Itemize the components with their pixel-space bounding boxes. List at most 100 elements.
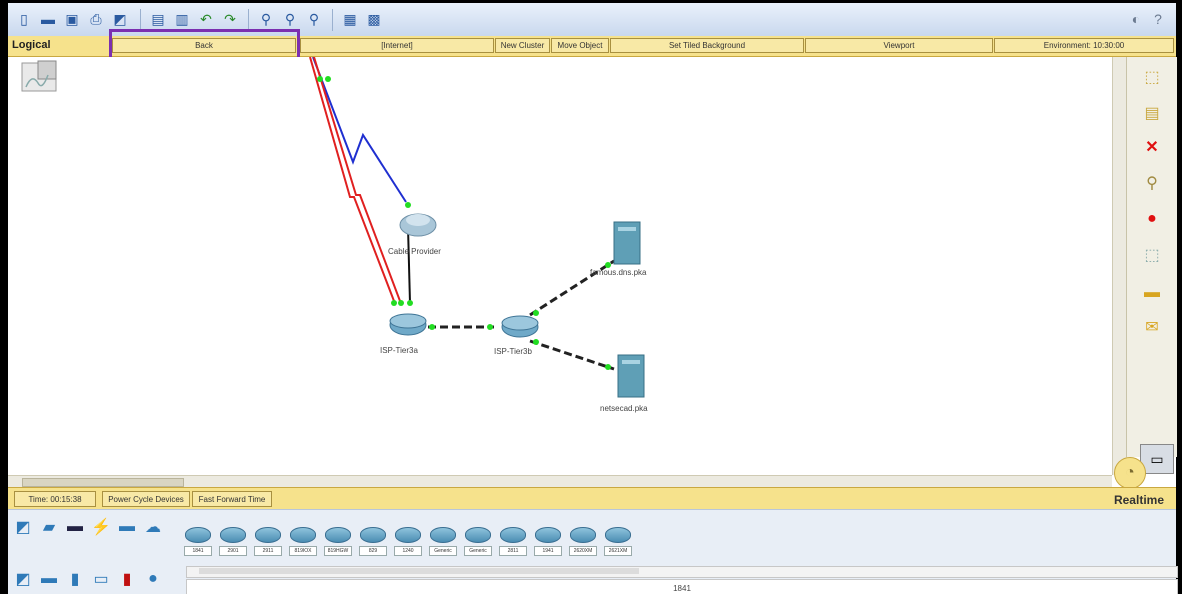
end-devices-category-icon[interactable]: ▬ xyxy=(116,518,138,536)
server-subcategory-icon[interactable]: ▮ xyxy=(64,570,86,588)
time-display: Time: 00:15:38 xyxy=(14,491,96,507)
zoom-in-icon[interactable]: ⚲ xyxy=(256,9,276,29)
selected-device-model: 1841 xyxy=(186,579,1178,594)
save-icon[interactable]: ▣ xyxy=(62,9,82,29)
logical-workspace[interactable]: Cable Provider famous.dns.pka ISP-Tier3a… xyxy=(8,57,1112,475)
simple-pdu-icon[interactable]: ▬ xyxy=(1140,281,1164,305)
pc-subcategory-icon[interactable]: ▭ xyxy=(90,570,112,588)
device-label: netsecad.pka xyxy=(600,404,648,413)
router-icon xyxy=(360,527,386,543)
connections-category-icon[interactable]: ⚡ xyxy=(90,518,112,536)
redo-icon[interactable]: ↷ xyxy=(220,9,240,29)
famous-dns-server[interactable] xyxy=(613,221,641,265)
model-label: 2620XM xyxy=(569,546,597,556)
move-object-button[interactable]: Move Object xyxy=(551,38,609,53)
netsecad-server[interactable] xyxy=(617,354,645,398)
device-model-item[interactable]: 819IOX xyxy=(289,527,317,557)
model-label: 1240 xyxy=(394,546,422,556)
draw-shape-tool-icon[interactable]: ● xyxy=(1140,207,1164,231)
device-label: famous.dns.pka xyxy=(590,268,647,277)
device-model-item[interactable]: 1841 xyxy=(184,527,212,557)
device-model-item[interactable]: 2811 xyxy=(499,527,527,557)
custom-device-icon[interactable]: ▩ xyxy=(364,9,384,29)
tiled-background-button[interactable]: Set Tiled Background xyxy=(610,38,804,53)
realtime-mode-label[interactable]: Realtime xyxy=(1114,493,1164,507)
palette-icon[interactable]: ▦ xyxy=(340,9,360,29)
activity-wizard-icon[interactable]: ◐ xyxy=(1126,9,1146,29)
device-tray-scrollbar[interactable] xyxy=(186,566,1178,578)
model-label: 2901 xyxy=(219,546,247,556)
device-model-item[interactable]: 2901 xyxy=(219,527,247,557)
model-label: 1941 xyxy=(534,546,562,556)
model-label: Generic xyxy=(464,546,492,556)
device-tray: ◩ ▰ ▬ ⚡ ▬ ☁ ◩ ▬ ▮ ▭ ▮ ● 1841 2901 2911 8… xyxy=(8,509,1178,594)
router-icon xyxy=(220,527,246,543)
note-tool-icon[interactable]: ▤ xyxy=(1140,101,1164,125)
device-model-item[interactable]: 819HGW xyxy=(324,527,352,557)
cable-provider-device[interactable] xyxy=(399,213,437,237)
router-icon xyxy=(325,527,351,543)
undo-icon[interactable]: ↶ xyxy=(196,9,216,29)
device-model-item[interactable]: 2620XM xyxy=(569,527,597,557)
logical-mode-label[interactable]: Logical xyxy=(12,39,51,51)
cloud-subcategory-icon[interactable]: ● xyxy=(142,570,164,588)
model-label: 1841 xyxy=(184,546,212,556)
link-subcategory-icon[interactable]: ▬ xyxy=(38,570,60,588)
environment-button[interactable]: Environment: 10:30:00 xyxy=(994,38,1174,53)
model-label: 829 xyxy=(359,546,387,556)
router-icon xyxy=(500,527,526,543)
model-label: 2621XM xyxy=(604,546,632,556)
open-icon[interactable]: ▬ xyxy=(38,9,58,29)
router-icon xyxy=(430,527,456,543)
print-icon[interactable]: ⎙ xyxy=(86,9,106,29)
isp-tier3b-router[interactable] xyxy=(501,315,539,338)
realtime-clock-icon[interactable]: ◔ xyxy=(1114,457,1146,489)
hubs-category-icon[interactable]: ▬ xyxy=(64,518,86,536)
help-icon[interactable]: ? xyxy=(1148,9,1168,29)
scrollbar-thumb[interactable] xyxy=(199,568,639,574)
model-label: Generic xyxy=(429,546,457,556)
scrollbar-thumb[interactable] xyxy=(22,478,184,487)
copy-icon[interactable]: ▤ xyxy=(148,9,168,29)
router-icon xyxy=(605,527,631,543)
isp-tier3a-router[interactable] xyxy=(389,313,427,336)
new-icon[interactable]: ▯ xyxy=(14,9,34,29)
copper-link[interactable] xyxy=(407,226,411,304)
packet-tracer-window: ▯ ▬ ▣ ⎙ ◩ ▤ ▥ ↶ ↷ ⚲ ⚲ ⚲ ▦ ▩ ◐ ? Logical … xyxy=(0,0,1182,594)
window-border-left xyxy=(0,0,8,594)
device-model-item[interactable]: Generic xyxy=(464,527,492,557)
delete-tool-icon[interactable]: ✕ xyxy=(1140,135,1164,159)
device-model-item[interactable]: 1240 xyxy=(394,527,422,557)
routers-category-icon[interactable]: ◩ xyxy=(12,518,34,536)
resize-shape-tool-icon[interactable]: ⬚ xyxy=(1140,243,1164,267)
router-icon xyxy=(395,527,421,543)
wan-emulation-category-icon[interactable]: ☁ xyxy=(142,518,164,536)
device-model-item[interactable]: 2911 xyxy=(254,527,282,557)
cluster-icon[interactable] xyxy=(21,60,57,92)
switches-category-icon[interactable]: ▰ xyxy=(38,518,60,536)
complex-pdu-icon[interactable]: ✉ xyxy=(1140,315,1164,339)
device-model-item[interactable]: 829 xyxy=(359,527,387,557)
new-cluster-button[interactable]: New Cluster xyxy=(495,38,550,53)
device-model-item[interactable]: 1941 xyxy=(534,527,562,557)
cluster-label: [Internet] xyxy=(300,38,494,53)
device-model-item[interactable]: Generic xyxy=(429,527,457,557)
paste-icon[interactable]: ▥ xyxy=(172,9,192,29)
workspace-vertical-scrollbar[interactable] xyxy=(1112,57,1127,475)
zoom-reset-icon[interactable]: ⚲ xyxy=(280,9,300,29)
zoom-out-icon[interactable]: ⚲ xyxy=(304,9,324,29)
fast-forward-button[interactable]: Fast Forward Time xyxy=(192,491,272,507)
power-cycle-button[interactable]: Power Cycle Devices xyxy=(102,491,190,507)
router-icon xyxy=(465,527,491,543)
toolbar-divider xyxy=(140,9,141,31)
wizard-icon[interactable]: ◩ xyxy=(110,9,130,29)
device-model-item[interactable]: 2621XM xyxy=(604,527,632,557)
router-icon xyxy=(535,527,561,543)
inspect-tool-icon[interactable]: ⚲ xyxy=(1140,171,1164,195)
router-icon xyxy=(185,527,211,543)
phone-subcategory-icon[interactable]: ▮ xyxy=(116,570,138,588)
router-subcategory-icon[interactable]: ◩ xyxy=(12,570,34,588)
select-tool-icon[interactable]: ⬚ xyxy=(1140,65,1164,89)
fiber-link[interactable] xyxy=(529,339,615,371)
viewport-button[interactable]: Viewport xyxy=(805,38,993,53)
